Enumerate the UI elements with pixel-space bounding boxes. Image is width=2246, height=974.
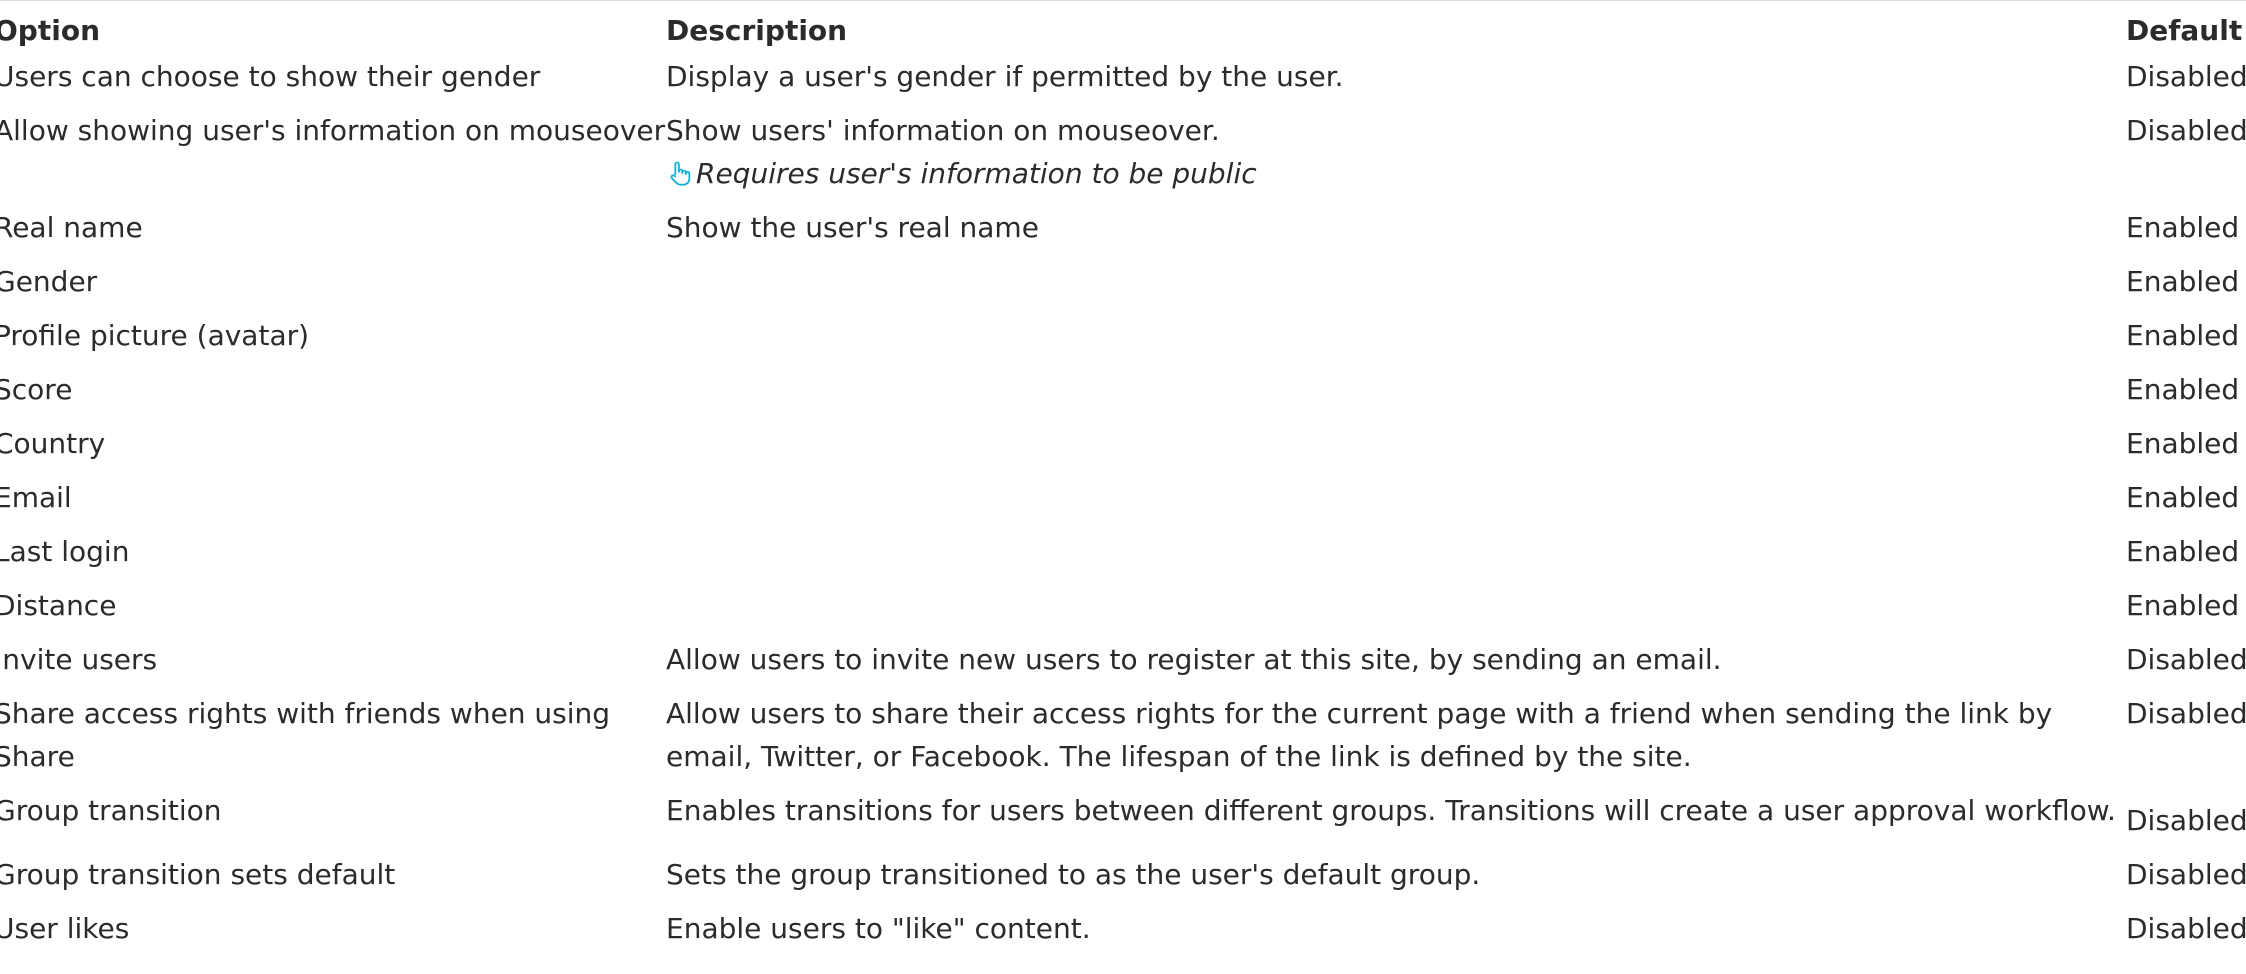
table-row: Score Enabled (0, 366, 2246, 420)
option-description (666, 420, 2126, 474)
option-name: Share access rights with friends when us… (0, 697, 611, 773)
preferences-page: Option Description Default Users can cho… (0, 0, 2246, 974)
option-description-text: Show users' information on mouseover. (666, 114, 1220, 147)
option-name: Invite users (0, 643, 158, 676)
option-default: Disabled (2126, 697, 2246, 730)
table-row: User likes Enable users to "like" conten… (0, 905, 2246, 959)
option-default: Disabled (2126, 858, 2246, 891)
option-default: Disabled (2126, 60, 2246, 93)
option-name: Country (0, 427, 106, 460)
table-row: Last login Enabled (0, 528, 2246, 582)
option-description (666, 474, 2126, 528)
option-description (666, 366, 2126, 420)
table-row: Allow showing user's information on mous… (0, 107, 2246, 204)
option-name: Profile picture (avatar) (0, 319, 310, 352)
option-name: Allow showing user's information on mous… (0, 114, 666, 147)
option-description: Show users' information on mouseover. Re… (666, 107, 2126, 204)
option-description (666, 258, 2126, 312)
option-default: Disabled (2126, 804, 2246, 837)
option-default: Enabled (2126, 589, 2240, 622)
option-default: Enabled (2126, 373, 2240, 406)
option-column-header: Option (0, 14, 100, 47)
table-row: Real name Show the user's real name Enab… (0, 204, 2246, 258)
table-row: Email Enabled (0, 474, 2246, 528)
default-column-header: Default (2126, 14, 2243, 47)
option-default: Enabled (2126, 427, 2240, 460)
table-row: Users can choose to show their gender Di… (0, 53, 2246, 107)
option-default: Enabled (2126, 535, 2240, 568)
option-description (666, 582, 2126, 636)
description-column-header: Description (666, 14, 848, 47)
option-default: Disabled (2126, 643, 2246, 676)
preferences-table: Option Description Default Users can cho… (0, 9, 2246, 959)
option-name: Group transition (0, 794, 222, 827)
option-name: Distance (0, 589, 117, 622)
option-default: Enabled (2126, 211, 2240, 244)
requirement-note-text: Requires user's information to be public (696, 157, 1257, 190)
option-name: Last login (0, 535, 130, 568)
table-row: Group transition sets default Sets the g… (0, 851, 2246, 905)
table-row: Profile picture (avatar) Enabled (0, 312, 2246, 366)
option-description: Display a user's gender if permitted by … (666, 60, 1344, 93)
option-description (666, 312, 2126, 366)
option-name: Score (0, 373, 73, 406)
option-description: Enable users to "like" content. (666, 912, 1091, 945)
option-description: Show the user's real name (666, 211, 1039, 244)
option-description: Allow users to share their access rights… (666, 697, 2053, 773)
option-description: Sets the group transitioned to as the us… (666, 858, 1481, 891)
option-name: User likes (0, 912, 130, 945)
table-row: Gender Enabled (0, 258, 2246, 312)
option-description: Allow users to invite new users to regis… (666, 643, 1722, 676)
option-description (666, 528, 2126, 582)
option-name: Real name (0, 211, 143, 244)
requirement-note: Requires user's information to be public (666, 152, 2126, 195)
table-row: Share access rights with friends when us… (0, 690, 2246, 787)
table-header-row: Option Description Default (0, 9, 2246, 53)
option-default: Enabled (2126, 481, 2240, 514)
option-name: Email (0, 481, 72, 514)
table-row: Group transition Enables transitions for… (0, 787, 2246, 851)
pointing-hand-icon (666, 156, 694, 186)
option-default: Enabled (2126, 319, 2240, 352)
table-row: Distance Enabled (0, 582, 2246, 636)
option-name: Group transition sets default (0, 858, 396, 891)
option-description: Enables transitions for users between di… (666, 794, 2116, 827)
option-default: Disabled (2126, 912, 2246, 945)
option-name: Users can choose to show their gender (0, 60, 541, 93)
option-name: Gender (0, 265, 98, 298)
table-row: Invite users Allow users to invite new u… (0, 636, 2246, 690)
table-row: Country Enabled (0, 420, 2246, 474)
option-default: Enabled (2126, 265, 2240, 298)
option-default: Disabled (2126, 114, 2246, 147)
